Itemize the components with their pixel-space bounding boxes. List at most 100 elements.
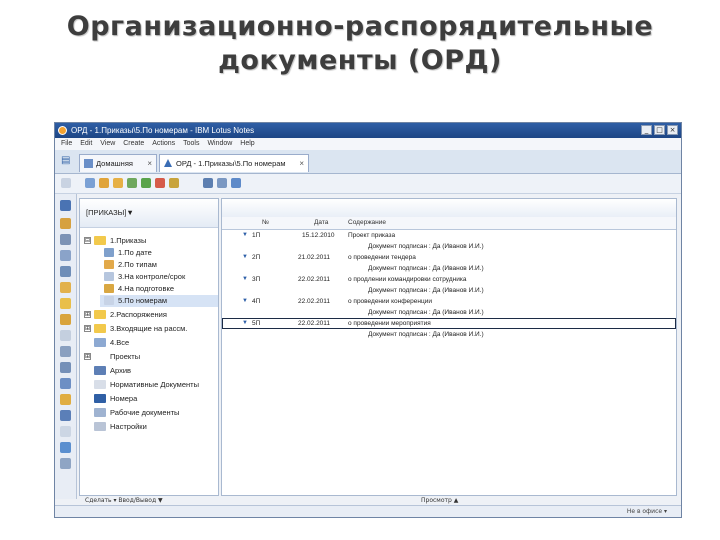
nav-item-normative[interactable]: Нормативные Документы: [80, 379, 218, 391]
menu-tools[interactable]: Tools: [183, 140, 199, 147]
column-content[interactable]: Содержание: [348, 217, 386, 229]
refresh-icon[interactable]: [231, 178, 241, 188]
menu-file[interactable]: File: [61, 140, 72, 147]
table-row[interactable]: ▼ 1П 15.12.2010 Проект приказа: [222, 230, 676, 241]
nav-item-projects[interactable]: ⊞ Проекты: [80, 351, 218, 363]
nav-item-by-date[interactable]: 1.По дате: [80, 247, 218, 259]
menu-help[interactable]: Help: [240, 140, 254, 147]
column-number[interactable]: №: [262, 217, 269, 229]
bookmark-mail-icon[interactable]: [60, 200, 71, 211]
menu-actions[interactable]: Actions: [152, 140, 175, 147]
table-row[interactable]: Документ подписан : Да (Иванов И.И.): [222, 329, 676, 340]
window-controls: _ □ ×: [641, 125, 678, 135]
mark-icon[interactable]: [155, 178, 165, 188]
bookmark-db6-icon[interactable]: [60, 394, 71, 405]
tab-ord[interactable]: ОРД - 1.Приказы\5.По номерам ×: [159, 154, 309, 172]
bookmark-todo-icon[interactable]: [60, 250, 71, 261]
bookmark-db8-icon[interactable]: [60, 426, 71, 437]
status-out-of-office[interactable]: Не в офисе ▾: [627, 506, 667, 517]
bookmark-calendar-icon[interactable]: [60, 218, 71, 229]
row-content: о продлении командировки сотрудника: [348, 276, 467, 283]
table-row[interactable]: Документ подписан : Да (Иванов И.И.): [222, 241, 676, 252]
number-icon: [94, 394, 106, 403]
navigator-footer[interactable]: Сделать ▾ Ввод/Вывод ▼: [79, 496, 219, 505]
table-row[interactable]: Документ подписан : Да (Иванов И.И.): [222, 263, 676, 274]
menu-window[interactable]: Window: [207, 140, 232, 147]
menu-create[interactable]: Create: [123, 140, 144, 147]
collapse-icon[interactable]: ⊟: [84, 237, 91, 244]
filter-icon[interactable]: [169, 178, 179, 188]
preview-toggle[interactable]: Просмотр ▲: [421, 496, 458, 505]
nav-item-archive[interactable]: Архив: [80, 365, 218, 377]
move-icon[interactable]: [141, 178, 151, 188]
nav-item-incoming[interactable]: ⊞ 3.Входящие на рассм.: [80, 323, 218, 335]
close-button[interactable]: ×: [667, 125, 678, 135]
print-icon[interactable]: [203, 178, 213, 188]
bookmark-notebook-icon[interactable]: [60, 266, 71, 277]
minimize-button[interactable]: _: [641, 125, 652, 135]
bookmark-db4-icon[interactable]: [60, 362, 71, 373]
reply-icon[interactable]: [113, 178, 123, 188]
menu-view[interactable]: View: [100, 140, 115, 147]
tag-icon[interactable]: [127, 178, 137, 188]
bookmark-db9-icon[interactable]: [60, 458, 71, 469]
bookmark-db3-icon[interactable]: [60, 346, 71, 357]
tab-home[interactable]: Домашняя ×: [79, 154, 157, 172]
expand-triangle-icon[interactable]: ▼: [242, 274, 248, 285]
nav-item-in-preparation[interactable]: 4.На подготовке: [80, 283, 218, 295]
nav-item-by-type[interactable]: 2.По типам: [80, 259, 218, 271]
preview-icon[interactable]: [217, 178, 227, 188]
nav-item-label: 3.На контроле/срок: [118, 272, 186, 281]
nav-item-label: Проекты: [110, 352, 141, 361]
open-list-icon[interactable]: ▤: [61, 155, 73, 167]
expand-icon[interactable]: ⊞: [84, 311, 91, 318]
nav-item-all[interactable]: 4.Все: [80, 337, 218, 349]
nav-item-on-control[interactable]: 3.На контроле/срок: [80, 271, 218, 283]
new-icon[interactable]: [61, 178, 71, 188]
expand-triangle-icon[interactable]: ▼: [242, 296, 248, 307]
table-row[interactable]: Документ подписан : Да (Иванов И.И.): [222, 307, 676, 318]
row-number: 1П: [252, 232, 261, 239]
bookmark-folder-icon[interactable]: [60, 298, 71, 309]
tab-home-close-icon[interactable]: ×: [147, 155, 152, 172]
table-row[interactable]: ▼ 2П 21.02.2011 о проведении тендера: [222, 252, 676, 263]
nav-item-by-number[interactable]: 5.По номерам: [100, 295, 218, 307]
expand-icon[interactable]: ⊞: [84, 353, 91, 360]
tab-ord-close-icon[interactable]: ×: [299, 155, 304, 172]
bookmark-db2-icon[interactable]: [60, 330, 71, 341]
expand-icon[interactable]: ⊞: [84, 325, 91, 332]
table-row[interactable]: Документ подписан : Да (Иванов И.И.): [222, 285, 676, 296]
bookmark-db5-icon[interactable]: [60, 378, 71, 389]
notes-window: ОРД - 1.Приказы\5.По номерам - IBM Lotus…: [54, 122, 682, 518]
bookmark-replicator-icon[interactable]: [60, 282, 71, 293]
nav-item-work-docs[interactable]: Рабочие документы: [80, 407, 218, 419]
bookmark-contacts-icon[interactable]: [60, 234, 71, 245]
window-titlebar[interactable]: ОРД - 1.Приказы\5.По номерам - IBM Lotus…: [55, 123, 681, 138]
table-row[interactable]: ▼ 3П 22.02.2011 о продлении командировки…: [222, 274, 676, 285]
navigator-view-selector[interactable]: [ПРИКАЗЫ]▼: [86, 208, 134, 217]
nav-item-dispositions[interactable]: ⊞ 2.Распоряжения: [80, 309, 218, 321]
archive-icon: [94, 366, 106, 375]
bookmark-db7-icon[interactable]: [60, 410, 71, 421]
home-icon: [84, 159, 93, 168]
nav-item-numbers[interactable]: Номера: [80, 393, 218, 405]
menu-edit[interactable]: Edit: [80, 140, 92, 147]
people-icon: [104, 284, 114, 293]
person-icon: [104, 272, 114, 281]
bookmark-web-icon[interactable]: [60, 442, 71, 453]
table-row[interactable]: ▼ 4П 22.02.2011 о проведении конференции: [222, 296, 676, 307]
nav-item-settings[interactable]: Настройки: [80, 421, 218, 433]
row-content: о проведении мероприятия: [348, 320, 431, 327]
expand-triangle-icon[interactable]: ▼: [242, 318, 248, 329]
column-date[interactable]: Дата: [314, 217, 328, 229]
bookmark-db-icon[interactable]: [60, 314, 71, 325]
nav-item-orders[interactable]: ⊟ 1.Приказы: [80, 235, 218, 247]
expand-triangle-icon[interactable]: ▼: [242, 252, 248, 263]
table-row-selected[interactable]: ▼ 5П 22.02.2011 о проведении мероприятия: [222, 318, 676, 329]
forward-icon[interactable]: [99, 178, 109, 188]
expand-triangle-icon[interactable]: ▼: [242, 230, 248, 241]
view-action-bar: [222, 199, 676, 218]
back-icon[interactable]: [85, 178, 95, 188]
maximize-button[interactable]: □: [654, 125, 665, 135]
row-content: Документ подписан : Да (Иванов И.И.): [368, 265, 484, 272]
